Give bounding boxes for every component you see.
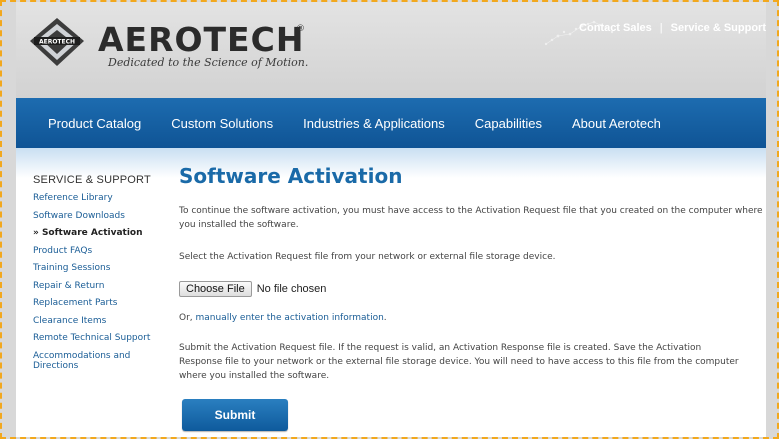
content-area: SERVICE & SUPPORT Reference Library Soft…: [16, 148, 766, 437]
manual-entry-prefix: Or,: [179, 313, 196, 323]
world-map-icon: [544, 20, 614, 46]
file-input: Choose File No file chosen: [179, 281, 759, 297]
sidebar-item-software-activation[interactable]: » Software Activation: [33, 228, 163, 238]
sidebar-item-remote-technical-support[interactable]: Remote Technical Support: [33, 333, 163, 343]
brand-tagline: Dedicated to the Science of Motion.: [108, 56, 309, 69]
sidebar-item-software-downloads[interactable]: Software Downloads: [33, 211, 163, 221]
main-nav: Product Catalog Custom Solutions Industr…: [16, 98, 766, 148]
nav-item-custom-solutions[interactable]: Custom Solutions: [171, 116, 273, 131]
site-header: AEROTECH AEROTECH ® Dedicated to the Sci…: [16, 2, 766, 98]
nav-item-industries-applications[interactable]: Industries & Applications: [303, 116, 445, 131]
top-links: Contact Sales | Service & Support: [579, 22, 766, 34]
sidebar-item-accommodations-directions[interactable]: Accommodations and Directions: [33, 351, 163, 371]
manual-entry-link[interactable]: manually enter the activation informatio…: [196, 313, 384, 323]
page-title: Software Activation: [179, 164, 403, 188]
nav-item-about-aerotech[interactable]: About Aerotech: [572, 116, 661, 131]
submit-info-text: Submit the Activation Request file. If t…: [179, 343, 739, 381]
page-frame: AEROTECH AEROTECH ® Dedicated to the Sci…: [0, 0, 779, 439]
sidebar-item-repair-return[interactable]: Repair & Return: [33, 281, 163, 291]
sidebar-item-replacement-parts[interactable]: Replacement Parts: [33, 298, 163, 308]
sidebar-title: SERVICE & SUPPORT: [33, 174, 151, 186]
sidebar-item-clearance-items[interactable]: Clearance Items: [33, 316, 163, 326]
sidebar-item-reference-library[interactable]: Reference Library: [33, 193, 163, 203]
brand-name[interactable]: AEROTECH: [98, 20, 304, 59]
sidebar-item-training-sessions[interactable]: Training Sessions: [33, 263, 163, 273]
service-support-link[interactable]: Service & Support: [671, 22, 766, 34]
top-links-separator: |: [659, 22, 663, 34]
contact-sales-link[interactable]: Contact Sales: [579, 22, 652, 34]
submit-button[interactable]: Submit: [182, 399, 288, 431]
sidebar-item-product-faqs[interactable]: Product FAQs: [33, 246, 163, 256]
nav-item-product-catalog[interactable]: Product Catalog: [48, 116, 141, 131]
manual-entry-suffix: .: [383, 313, 387, 323]
sidebar: SERVICE & SUPPORT Reference Library Soft…: [33, 174, 163, 378]
file-status-text: No file chosen: [256, 283, 327, 295]
nav-item-capabilities[interactable]: Capabilities: [475, 116, 542, 131]
manual-entry-text: Or, manually enter the activation inform…: [179, 311, 759, 325]
choose-file-button[interactable]: Choose File: [179, 281, 252, 297]
intro-text: To continue the software activation, you…: [179, 206, 763, 230]
select-prompt-text: Select the Activation Request file from …: [179, 252, 556, 262]
main-content: Software Activation To continue the soft…: [179, 164, 763, 431]
logo-mark-text: AEROTECH: [39, 39, 75, 46]
aerotech-logo-icon[interactable]: AEROTECH: [28, 16, 86, 68]
registered-mark: ®: [296, 24, 305, 34]
